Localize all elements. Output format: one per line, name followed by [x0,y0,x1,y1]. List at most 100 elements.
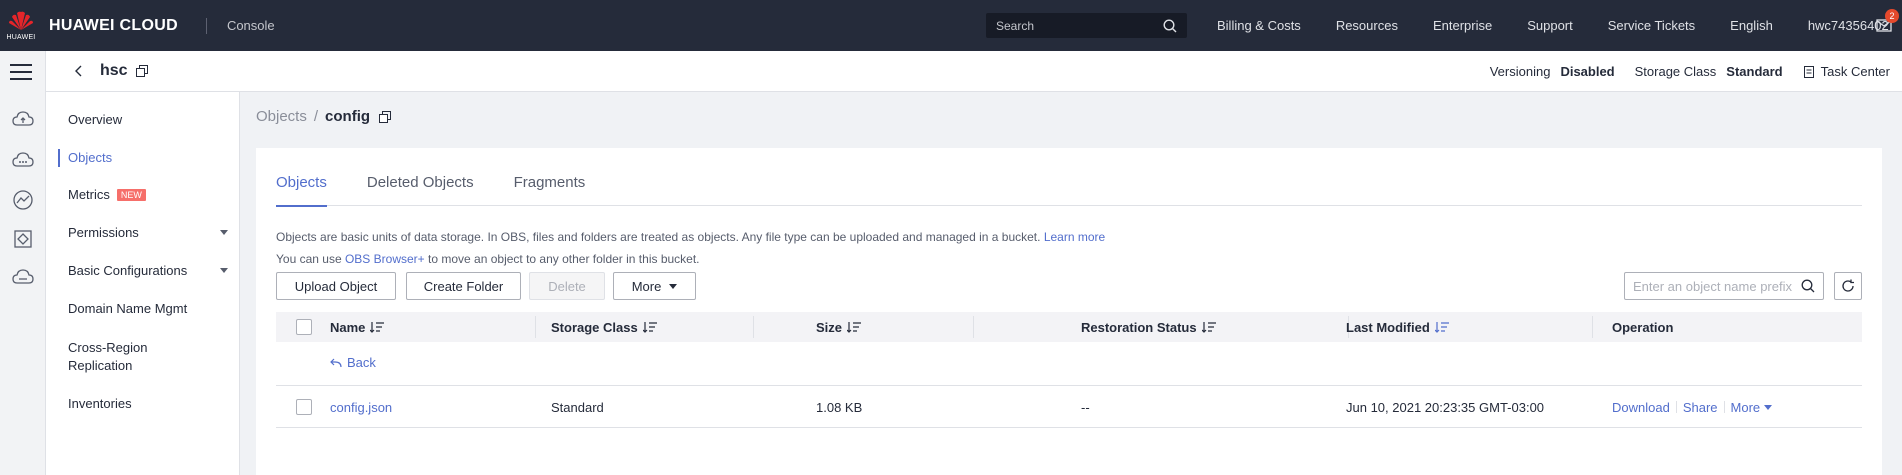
copy-icon[interactable] [135,65,148,77]
cloud-upload-icon[interactable] [12,109,34,131]
nav-service-tickets[interactable]: Service Tickets [1608,18,1695,33]
column-divider [1592,316,1593,338]
object-prefix-input[interactable] [1633,278,1801,294]
select-all-checkbox[interactable] [296,319,312,335]
bucket-header: hsc Versioning Disabled Storage Class St… [46,51,1902,92]
sort-icon [370,321,385,333]
chevron-down-icon [1764,404,1773,410]
table-header: Name Storage Class Size Restoration Stat… [276,312,1862,342]
sidenav-label: Objects [68,150,113,165]
column-label: Storage Class [551,319,638,335]
task-center-label: Task Center [1820,64,1890,79]
cell-operations: Download Share More [1612,386,1773,428]
nav-resources[interactable]: Resources [1336,18,1398,33]
sidenav-label: Overview [68,112,123,127]
sort-icon [847,321,862,333]
bucket-sidenav: Overview Objects Metrics NEW Permissions… [46,92,240,475]
bucket-properties: Versioning Disabled Storage Class Standa… [1490,51,1890,92]
nav-language[interactable]: English [1730,18,1773,33]
storage-class-value: Standard [1726,64,1783,79]
security-icon[interactable] [12,228,34,250]
search-icon[interactable] [1163,18,1177,33]
divider [1723,401,1725,413]
create-folder-button[interactable]: Create Folder [406,272,521,300]
column-operation: Operation [1612,312,1673,342]
sidenav-label: Metrics [68,187,110,202]
sidenav-item-domain-name-mgmt[interactable]: Domain Name Mgmt [68,301,228,316]
storage-icon[interactable] [12,267,34,289]
breadcrumb-current: config [325,108,371,125]
sidenav-label: Basic Configurations [68,263,188,278]
copy-icon[interactable] [379,110,392,123]
back-link[interactable]: Back [330,355,376,370]
chevron-down-icon [220,230,228,235]
column-size[interactable]: Size [816,312,862,342]
object-name-link[interactable]: config.json [330,400,392,415]
console-link[interactable]: Console [227,18,275,33]
tab-fragments[interactable]: Fragments [514,174,586,206]
analytics-icon[interactable] [12,189,34,211]
column-name[interactable]: Name [330,312,385,342]
nav-billing[interactable]: Billing & Costs [1217,18,1301,33]
cloud-icon[interactable] [12,150,34,172]
sidenav-item-overview[interactable]: Overview [68,112,228,127]
learn-more-link[interactable]: Learn more [1044,230,1105,244]
nav-enterprise[interactable]: Enterprise [1433,18,1492,33]
cell-size: 1.08 KB [816,399,863,415]
top-bar: HUAWEI HUAWEI CLOUD Console Search Billi… [0,0,1902,51]
sidenav-item-permissions[interactable]: Permissions [68,225,228,240]
sidenav-item-cross-region-replication[interactable]: Cross-Region Replication [68,339,158,375]
delete-button[interactable]: Delete [529,272,605,300]
menu-icon[interactable] [10,63,32,81]
global-search[interactable]: Search [986,13,1187,38]
tab-objects[interactable]: Objects [276,174,327,207]
brand-name[interactable]: HUAWEI CLOUD [49,17,178,35]
top-nav: Billing & Costs Resources Enterprise Sup… [1217,0,1902,51]
sidenav-item-basic-configurations[interactable]: Basic Configurations [68,263,228,278]
chevron-left-icon[interactable] [72,64,86,78]
tab-deleted-objects[interactable]: Deleted Objects [367,174,474,206]
obs-browser-link[interactable]: OBS Browser+ [345,252,425,266]
cell-storage-class: Standard [551,399,604,415]
sidenav-item-objects[interactable]: Objects [68,150,228,165]
more-button[interactable]: More [613,272,696,300]
search-placeholder: Search [996,18,1035,33]
column-divider [753,316,754,338]
chevron-down-icon [669,283,678,289]
more-ops-link[interactable]: More [1731,400,1761,415]
search-icon[interactable] [1801,279,1815,293]
task-center-link[interactable]: Task Center [1803,64,1890,79]
objects-table: Name Storage Class Size Restoration Stat… [276,312,1862,428]
huawei-logo[interactable]: HUAWEI [0,0,42,51]
more-button-label: More [631,278,662,294]
objects-card: Objects Deleted Objects Fragments Object… [256,148,1882,475]
back-arrow-icon [330,358,342,367]
service-rail [0,51,46,475]
sidenav-label: Cross-Region Replication [68,340,148,373]
mail-count-badge: 2 [1885,9,1899,23]
huawei-flower-icon [9,11,33,30]
sidenav-item-metrics[interactable]: Metrics NEW [68,187,228,202]
nav-support[interactable]: Support [1527,18,1573,33]
task-list-icon [1803,65,1814,78]
divider [1675,401,1677,413]
breadcrumb-root[interactable]: Objects [256,108,307,125]
refresh-button[interactable] [1834,272,1862,300]
column-divider [535,316,536,338]
upload-object-button[interactable]: Upload Object [276,272,396,300]
column-last-modified[interactable]: Last Modified [1346,312,1449,342]
chevron-down-icon [220,268,228,273]
cell-name: config.json [330,386,392,428]
refresh-icon [1842,279,1854,292]
versioning-label: Versioning [1489,64,1551,79]
column-restoration-status[interactable]: Restoration Status [1081,312,1216,342]
logo-text: HUAWEI [6,34,36,41]
share-link[interactable]: Share [1683,400,1718,415]
breadcrumb: Objects / config [256,108,392,125]
row-checkbox[interactable] [296,399,312,415]
column-storage-class[interactable]: Storage Class [551,312,657,342]
download-link[interactable]: Download [1612,400,1670,415]
column-label: Restoration Status [1081,319,1197,335]
sidenav-label: Inventories [68,396,132,411]
sidenav-item-inventories[interactable]: Inventories [68,396,228,411]
